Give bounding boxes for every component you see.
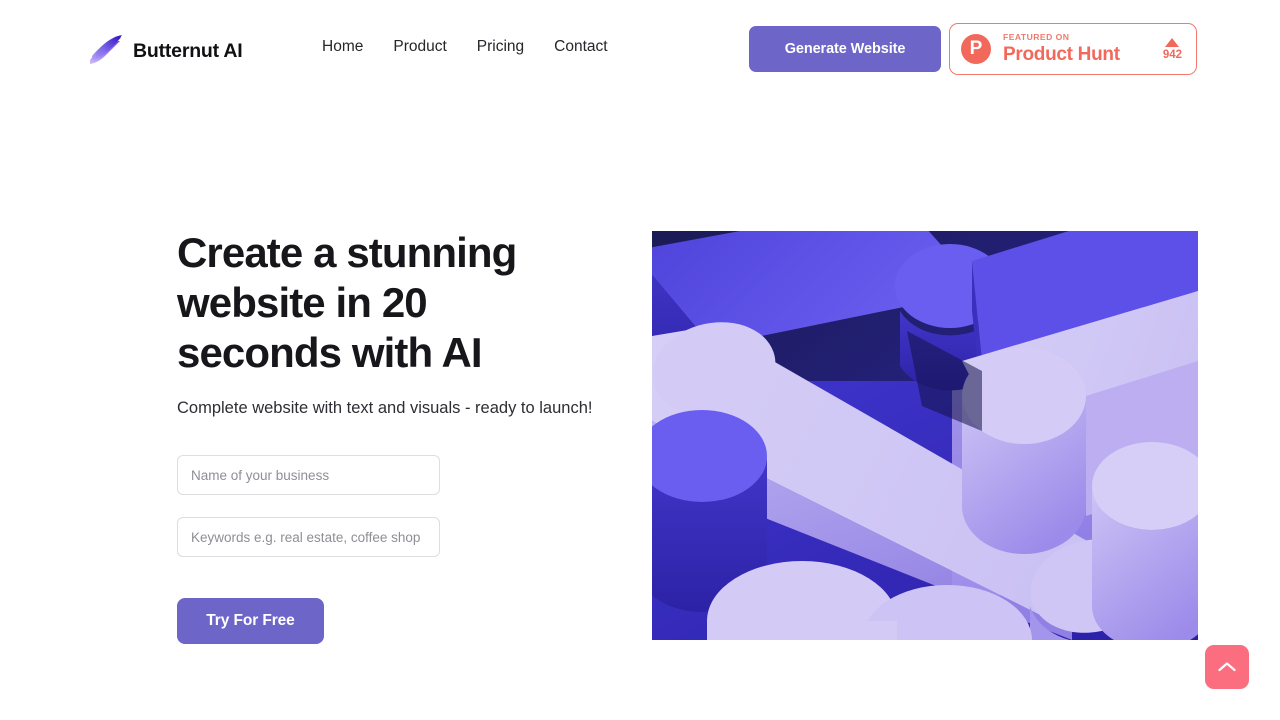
try-for-free-button[interactable]: Try For Free (177, 598, 324, 644)
nav-item-home[interactable]: Home (322, 38, 363, 56)
triangle-up-icon (1165, 37, 1180, 47)
product-hunt-upvote-count: 942 (1162, 48, 1182, 61)
nav-item-contact[interactable]: Contact (554, 38, 607, 56)
product-hunt-title: Product Hunt (1003, 43, 1120, 65)
page-title: Create a stunning website in 20 seconds … (177, 229, 517, 376)
product-hunt-badge[interactable]: P FEATURED ON Product Hunt 942 (949, 23, 1197, 75)
business-name-input[interactable] (177, 455, 440, 495)
brand-logo[interactable]: Butternut AI (88, 34, 243, 68)
keywords-input[interactable] (177, 517, 440, 557)
main-nav: Home Product Pricing Contact (322, 38, 608, 56)
brand-name: Butternut AI (133, 39, 243, 62)
cylinder-right-lavender (1092, 442, 1198, 640)
product-hunt-upvotes[interactable]: 942 (1162, 37, 1182, 61)
scroll-to-top-button[interactable] (1205, 645, 1249, 689)
product-hunt-logo-letter: P (969, 38, 983, 59)
landing-page: Butternut AI Home Product Pricing Contac… (0, 0, 1280, 720)
product-hunt-text: FEATURED ON Product Hunt (1003, 32, 1120, 65)
product-hunt-logo-icon: P (961, 34, 991, 64)
product-hunt-kicker: FEATURED ON (1003, 32, 1070, 43)
nav-item-product[interactable]: Product (393, 38, 446, 56)
hero-image (652, 231, 1198, 640)
abstract-3d-capsules-illustration (652, 231, 1198, 640)
hero-subtitle: Complete website with text and visuals -… (177, 399, 593, 417)
business-field-wrap (177, 455, 440, 495)
generate-website-button[interactable]: Generate Website (749, 26, 941, 72)
keywords-field-wrap (177, 517, 440, 557)
chevron-up-icon (1218, 662, 1236, 672)
site-header: Butternut AI Home Product Pricing Contac… (0, 0, 1280, 99)
wing-logo-icon (90, 35, 122, 64)
nav-item-pricing[interactable]: Pricing (477, 38, 524, 56)
hero-content: Create a stunning website in 20 seconds … (177, 228, 607, 644)
